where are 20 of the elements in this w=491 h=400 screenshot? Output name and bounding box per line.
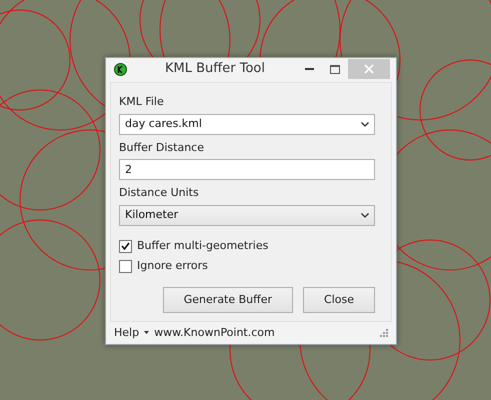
website-link[interactable]: www.KnownPoint.com: [154, 324, 375, 342]
field-label: KML File: [119, 94, 165, 110]
field-label: Buffer Distance: [119, 140, 205, 156]
checkbox-label: Ignore errors: [137, 258, 208, 274]
caret-icon[interactable]: [144, 331, 150, 334]
combo-field[interactable]: day cares.kml: [119, 114, 375, 135]
field-label: Distance Units: [119, 185, 200, 202]
dropdown-field[interactable]: Kilometer: [119, 204, 375, 226]
app-icon: [114, 62, 127, 76]
checkbox[interactable]: [119, 260, 132, 273]
text-field[interactable]: 2: [119, 159, 375, 180]
generate-button[interactable]: Generate Buffer: [162, 286, 294, 313]
close-button[interactable]: Close: [303, 286, 375, 313]
checkbox-label: Buffer multi-geometries: [137, 238, 268, 254]
chevron-down-icon: [361, 212, 369, 218]
resize-grip-icon[interactable]: [380, 328, 388, 337]
help-menu[interactable]: Help: [114, 324, 140, 342]
window-title: KML Buffer Tool: [165, 60, 266, 78]
chevron-down-icon: [361, 122, 369, 127]
checkbox[interactable]: [119, 240, 132, 252]
